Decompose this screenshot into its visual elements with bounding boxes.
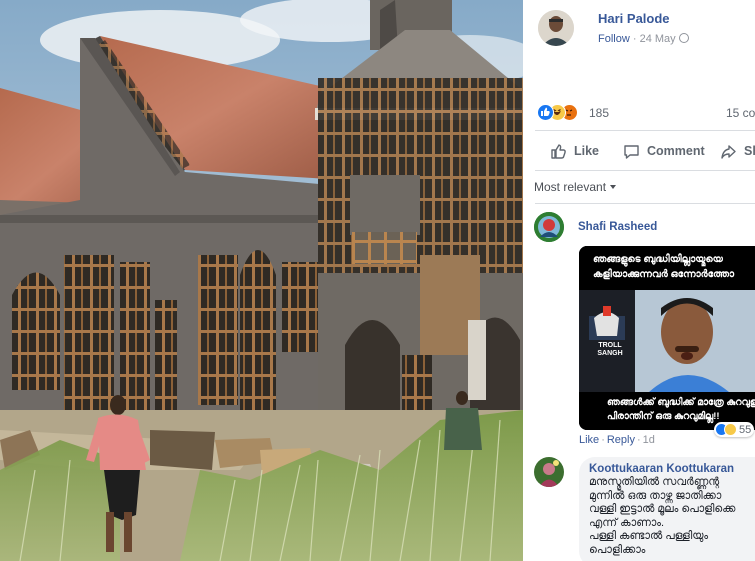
divider	[535, 203, 755, 204]
post-date[interactable]: 24 May	[640, 33, 676, 45]
like-label: Like	[574, 144, 600, 158]
share-icon	[721, 144, 736, 159]
separator-dot: ·	[636, 434, 641, 446]
author-avatar[interactable]	[538, 10, 574, 46]
post-side-panel: Hari Palode Follow · 24 May 185 15 comm …	[523, 0, 755, 561]
like-button[interactable]: Like	[550, 138, 599, 164]
divider	[535, 130, 755, 131]
comment-actions: Like · Reply · 1d	[579, 434, 655, 446]
post-photo[interactable]	[0, 0, 523, 561]
meme-top-line: ഞങ്ങളുടെ ബുദ്ധിയില്ലായ്മയെ	[593, 254, 723, 265]
comment-sort-dropdown[interactable]: Most relevant	[534, 180, 617, 194]
troll-sangh-logo: TROLL SANGH	[589, 342, 631, 358]
logo-line: SANGH	[597, 350, 623, 357]
meme-bottom-line: ഞങ്ങൾക്ക് ബുദ്ധിക്ക് മാത്രേ കുറവുള്ളൂ	[607, 397, 755, 408]
comment-bubble: Koottukaaran Koottukaran മനുസ്മൃതിയിൽ സവ…	[579, 457, 755, 561]
reactions-row[interactable]: 185 15 comm	[537, 104, 755, 122]
comment-reply-link[interactable]: Reply	[607, 434, 635, 446]
divider	[535, 170, 755, 171]
comment-reaction-count: 55	[739, 423, 752, 436]
logo-line: TROLL	[598, 342, 622, 349]
meta-separator: ·	[629, 33, 640, 45]
thumbs-up-icon	[551, 143, 566, 159]
comment-author[interactable]: Koottukaaran Koottukaran	[589, 463, 755, 475]
follow-link[interactable]: Follow	[598, 33, 630, 45]
comment-reactions[interactable]: 55	[714, 422, 755, 437]
comment-line: എന്ന് കാണാം.	[589, 516, 665, 529]
meme-top-line: കളിയാക്കുന്നവർ ഒന്നോർത്തോ	[593, 269, 735, 280]
church-construction-photo	[0, 0, 523, 561]
share-button[interactable]: Sh	[720, 138, 755, 164]
commenter-avatar[interactable]	[534, 212, 564, 242]
comment-line: പള്ളി കണ്ടാൽ പള്ളിയും	[589, 530, 709, 542]
separator-dot: ·	[601, 434, 605, 446]
post-author-name[interactable]: Hari Palode	[598, 11, 670, 26]
post-actions: Like Comment Sh	[523, 138, 755, 164]
comment-button[interactable]: Comment	[623, 138, 705, 164]
comment-line: പൊളിക്കാം	[589, 543, 646, 556]
post-header: Hari Palode Follow · 24 May	[538, 10, 755, 50]
comment-author[interactable]: Shafi Rasheed	[578, 221, 657, 233]
haha-icon	[724, 423, 737, 436]
comment-item: Shafi Rasheed ഞങ്ങളുടെ ബുദ്ധിയില്ലായ്മയെ…	[534, 212, 755, 452]
comment-icon	[624, 144, 639, 159]
comment-like-link[interactable]: Like	[579, 434, 599, 446]
meme-top-caption: ഞങ്ങളുടെ ബുദ്ധിയില്ലായ്മയെ കളിയാക്കുന്നവ…	[579, 246, 755, 290]
like-icon	[537, 104, 554, 121]
comment-line: മനുസ്മൃതിയിൽ സവർണ്ണന്റ	[589, 476, 720, 488]
comment-time[interactable]: 1d	[643, 434, 655, 446]
comment-text: മനുസ്മൃതിയിൽ സവർണ്ണന്റ മുന്നിൽ ഒരു താഴ്ന…	[589, 476, 755, 557]
share-label: Sh	[744, 144, 755, 158]
comment-line: മുന്നിൽ ഒരു താഴ്ന്ന ജാതിക്കാ	[589, 489, 722, 502]
reaction-count[interactable]: 185	[589, 106, 609, 120]
commenter-avatar[interactable]	[534, 457, 564, 487]
comment-meme-image[interactable]: ഞങ്ങളുടെ ബുദ്ധിയില്ലായ്മയെ കളിയാക്കുന്നവ…	[579, 246, 755, 430]
comment-label: Comment	[647, 144, 705, 158]
post-meta: Follow · 24 May	[598, 33, 689, 45]
comment-count[interactable]: 15 comm	[726, 106, 755, 120]
comment-line: വള്ളി ഇട്ടാൽ മൂലം പൊളിക്കെ	[589, 503, 736, 515]
caret-down-icon	[610, 185, 617, 189]
comment-item: Koottukaaran Koottukaran മനുസ്മൃതിയിൽ സവ…	[534, 457, 755, 561]
comment-sort-label: Most relevant	[534, 180, 607, 194]
globe-icon	[678, 33, 689, 43]
